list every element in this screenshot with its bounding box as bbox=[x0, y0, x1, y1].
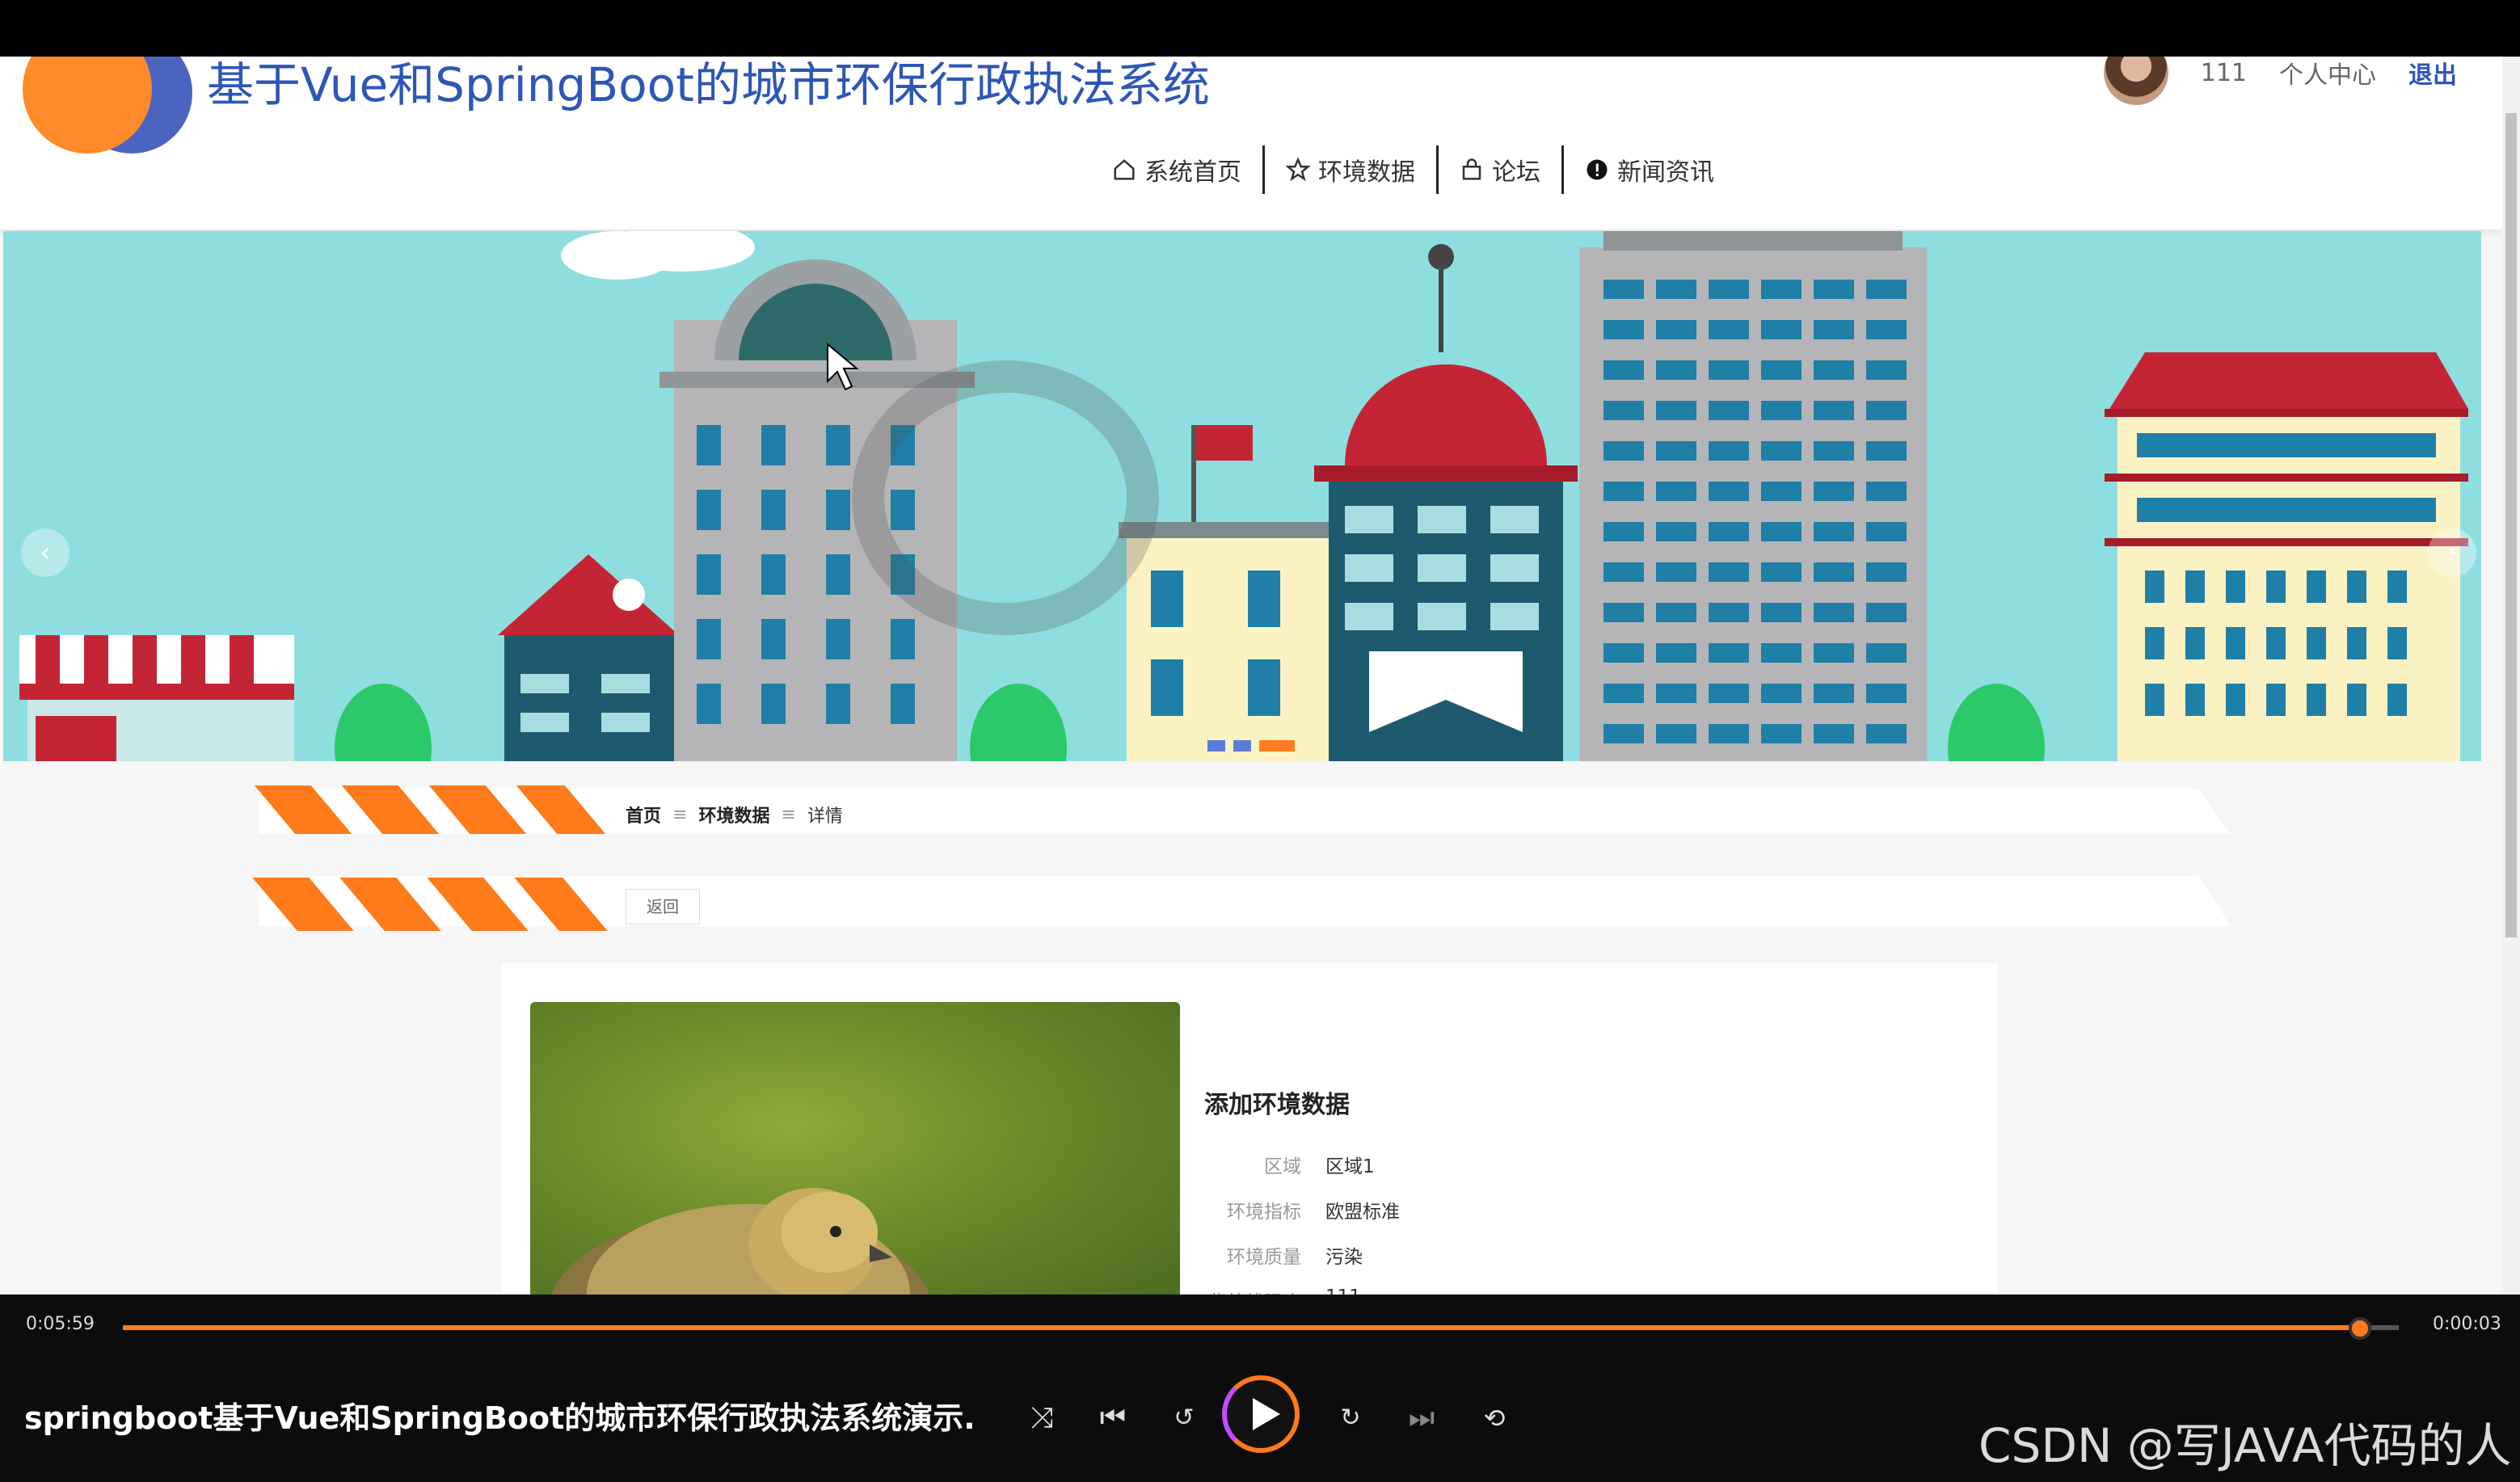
field-label: 区域 bbox=[1264, 1156, 1301, 1177]
banner-carousel[interactable]: ‹ › bbox=[3, 231, 2481, 761]
carousel-prev-button[interactable]: ‹ bbox=[21, 528, 70, 577]
detail-card: 添加环境数据 区域 区域1 环境指标 欧盟标准 环境质量 污染 紫外线强度 11… bbox=[501, 963, 1998, 1295]
nav-item-forum[interactable]: 论坛 bbox=[1439, 145, 1564, 194]
browser-content: 基于Vue和SpringBoot的城市环保行政执法系统 111 个人中心 退出 … bbox=[0, 57, 2520, 1295]
nav-label: 新闻资讯 bbox=[1617, 158, 1714, 187]
main-nav: 系统首页 环境数据 论坛 新闻资讯 bbox=[1091, 144, 1735, 196]
next-icon[interactable]: ⏭ bbox=[1403, 1400, 1440, 1437]
breadcrumb-section[interactable]: 环境数据 bbox=[698, 802, 769, 827]
bag-icon bbox=[1462, 158, 1481, 180]
current-time: 0:05:59 bbox=[26, 1314, 95, 1334]
breadcrumb-current: 详情 bbox=[807, 806, 843, 827]
info-icon bbox=[1587, 159, 1608, 180]
field-row: 环境指标 欧盟标准 bbox=[1204, 1196, 1400, 1223]
shuffle-icon[interactable]: ⤨ bbox=[1023, 1400, 1060, 1437]
field-value: 区域1 bbox=[1325, 1156, 1375, 1177]
site-title: 基于Vue和SpringBoot的城市环保行政执法系统 bbox=[207, 57, 1210, 112]
username: 111 bbox=[2200, 58, 2247, 87]
video-title: springboot基于Vue和SpringBoot的城市环保行政执法系统演示.… bbox=[24, 1400, 978, 1436]
detail-title: 添加环境数据 bbox=[1204, 1091, 1350, 1119]
site-logo[interactable] bbox=[23, 57, 200, 154]
duckling-image bbox=[550, 1188, 930, 1295]
field-row: 紫外线强度 111 bbox=[1204, 1286, 1361, 1295]
star-icon bbox=[1286, 158, 1310, 182]
nav-item-news[interactable]: 新闻资讯 bbox=[1564, 145, 1735, 194]
carousel-dot-active[interactable] bbox=[1259, 740, 1295, 752]
play-button[interactable] bbox=[1222, 1375, 1300, 1453]
field-value: 污染 bbox=[1325, 1247, 1363, 1268]
page-scrollbar[interactable] bbox=[2502, 57, 2520, 1295]
home-icon bbox=[1114, 159, 1135, 180]
breadcrumb-stripes bbox=[254, 785, 606, 834]
field-label: 环境质量 bbox=[1227, 1247, 1301, 1268]
nav-item-home[interactable]: 系统首页 bbox=[1091, 145, 1265, 194]
field-label: 环境指标 bbox=[1227, 1202, 1301, 1223]
breadcrumb: 首页 ≡ 环境数据 ≡ 详情 bbox=[626, 802, 843, 827]
field-row: 环境质量 污染 bbox=[1204, 1241, 1363, 1269]
nav-label: 环境数据 bbox=[1318, 158, 1415, 187]
carousel-next-button[interactable]: › bbox=[2428, 528, 2476, 577]
breadcrumb-home[interactable]: 首页 bbox=[626, 802, 661, 827]
carousel-dot[interactable] bbox=[1233, 740, 1251, 752]
user-area: 111 个人中心 退出 bbox=[2103, 57, 2457, 105]
screen: 基于Vue和SpringBoot的城市环保行政执法系统 111 个人中心 退出 … bbox=[0, 0, 2520, 1482]
repeat-off-icon[interactable]: ⟲ bbox=[1476, 1400, 1513, 1437]
carousel-indicators bbox=[1207, 740, 1295, 752]
breadcrumb-separator: ≡ bbox=[672, 804, 688, 825]
nav-label: 论坛 bbox=[1492, 158, 1540, 187]
field-label: 紫外线强度 bbox=[1204, 1286, 1325, 1295]
field-row: 区域 区域1 bbox=[1204, 1151, 1375, 1178]
avatar[interactable] bbox=[2103, 57, 2168, 105]
field-value: 欧盟标准 bbox=[1325, 1202, 1400, 1223]
nav-label: 系统首页 bbox=[1144, 158, 1241, 187]
progress-fill bbox=[123, 1325, 2361, 1330]
scrollbar-thumb[interactable] bbox=[2505, 113, 2517, 937]
breadcrumb-separator: ≡ bbox=[781, 804, 796, 825]
rewind-10-icon[interactable]: ↺ bbox=[1165, 1400, 1203, 1437]
return-button[interactable]: 返回 bbox=[626, 889, 700, 924]
detail-image bbox=[530, 1002, 1180, 1295]
csdn-watermark: CSDN @写JAVA代码的人 bbox=[1978, 1418, 2512, 1473]
total-time: 0:00:03 bbox=[2433, 1314, 2501, 1334]
carousel-dot[interactable] bbox=[1207, 740, 1225, 752]
field-value: 111 bbox=[1325, 1286, 1361, 1295]
action-stripes bbox=[252, 878, 608, 931]
video-player-controls: 0:05:59 0:00:03 springboot基于Vue和SpringBo… bbox=[0, 1295, 2520, 1482]
profile-link[interactable]: 个人中心 bbox=[2279, 57, 2376, 91]
site-header: 基于Vue和SpringBoot的城市环保行政执法系统 111 个人中心 退出 … bbox=[0, 57, 2502, 229]
nav-item-environment[interactable]: 环境数据 bbox=[1265, 145, 1439, 194]
forward-30-icon[interactable]: ↻ bbox=[1332, 1400, 1369, 1437]
previous-icon[interactable]: ⏮ bbox=[1094, 1400, 1131, 1437]
progress-knob[interactable] bbox=[2349, 1317, 2372, 1340]
logout-link[interactable]: 退出 bbox=[2408, 57, 2457, 91]
banner-city-illustration bbox=[19, 231, 2468, 761]
